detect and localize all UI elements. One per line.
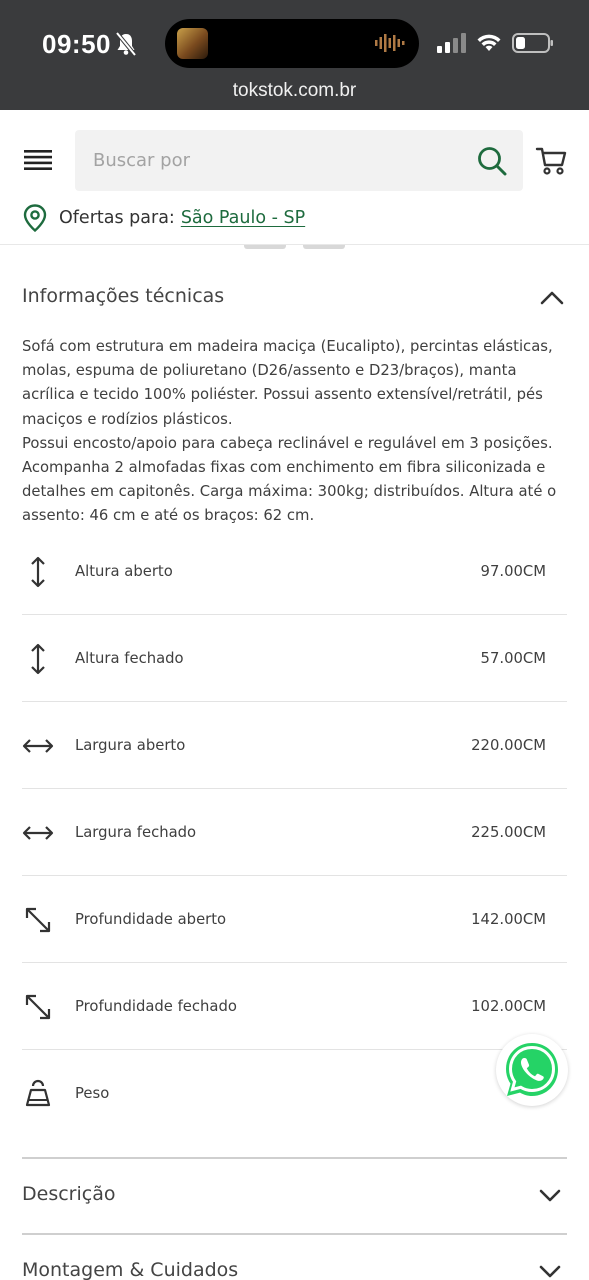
spec-row: Altura aberto 97.00CM: [22, 528, 567, 615]
spec-label: Peso: [75, 1085, 110, 1102]
accordion-title[interactable]: Descrição: [22, 1183, 115, 1205]
spec-row: Profundidade aberto 142.00CM: [22, 876, 567, 963]
diagonal-arrows-icon: [25, 994, 51, 1020]
accordion-montagem[interactable]: Montagem & Cuidados: [22, 1233, 567, 1280]
spec-label: Largura fechado: [75, 824, 197, 841]
search-box: [75, 130, 523, 191]
spec-label: Altura fechado: [75, 650, 184, 667]
spec-value: 57.00CM: [480, 650, 546, 667]
section-title-technical-info[interactable]: Informações técnicas: [22, 285, 224, 307]
album-art: [177, 28, 208, 59]
whatsapp-icon: [506, 1043, 558, 1096]
status-time: 09:50: [42, 29, 111, 59]
audio-wave-icon: [375, 34, 405, 52]
spec-label: Altura aberto: [75, 563, 173, 580]
cellular-signal-icon: [437, 33, 466, 53]
location-label: Ofertas para:: [59, 208, 175, 228]
carousel-indicator[interactable]: [303, 245, 345, 249]
search-input[interactable]: [93, 130, 463, 191]
spec-row: Altura fechado 57.00CM: [22, 615, 567, 702]
accordion-title[interactable]: Montagem & Cuidados: [22, 1259, 238, 1280]
browser-url[interactable]: tokstok.com.br: [0, 80, 589, 102]
status-bar: 09:50 tokstok.com.br: [0, 0, 589, 110]
bell-muted-icon: [115, 31, 137, 57]
horizontal-arrows-icon: [22, 826, 54, 840]
product-description: Sofá com estrutura em madeira maciça (Eu…: [22, 338, 557, 525]
spec-row: Profundidade fechado 102.00CM: [22, 963, 567, 1050]
chevron-up-icon[interactable]: [540, 288, 564, 306]
whatsapp-button[interactable]: [496, 1034, 568, 1106]
carousel-indicator[interactable]: [244, 245, 286, 249]
location-pin-icon: [23, 204, 47, 232]
spec-label: Profundidade aberto: [75, 911, 227, 928]
hamburger-menu-icon[interactable]: [24, 149, 52, 171]
spec-value: 97.00CM: [480, 563, 546, 580]
site-header: Ofertas para: São Paulo - SP: [0, 110, 589, 245]
diagonal-arrows-icon: [25, 907, 51, 933]
wifi-icon: [477, 34, 501, 51]
accordion-descricao[interactable]: Descrição: [22, 1157, 567, 1233]
vertical-arrows-icon: [31, 556, 45, 588]
location-row: Ofertas para: São Paulo - SP: [22, 203, 305, 233]
spec-list: Altura aberto 97.00CM Altura fechado 57.…: [22, 528, 567, 1137]
weight-icon: [25, 1079, 51, 1107]
location-link[interactable]: São Paulo - SP: [181, 208, 305, 228]
spec-value: 102.00CM: [471, 998, 546, 1015]
spec-value: 142.00CM: [471, 911, 546, 928]
spec-row: Largura aberto 220.00CM: [22, 702, 567, 789]
spec-value: 220.00CM: [471, 737, 546, 754]
dynamic-island[interactable]: [165, 19, 419, 68]
horizontal-arrows-icon: [22, 739, 54, 753]
chevron-down-icon[interactable]: [539, 1187, 561, 1203]
spec-row: Peso 82: [22, 1050, 567, 1137]
vertical-arrows-icon: [31, 643, 45, 675]
spec-row: Largura fechado 225.00CM: [22, 789, 567, 876]
search-icon[interactable]: [477, 146, 507, 176]
spec-value: 225.00CM: [471, 824, 546, 841]
chevron-down-icon[interactable]: [539, 1263, 561, 1279]
battery-icon: [512, 33, 553, 53]
shopping-cart-icon[interactable]: [535, 145, 567, 177]
spec-label: Largura aberto: [75, 737, 186, 754]
spec-label: Profundidade fechado: [75, 998, 237, 1015]
